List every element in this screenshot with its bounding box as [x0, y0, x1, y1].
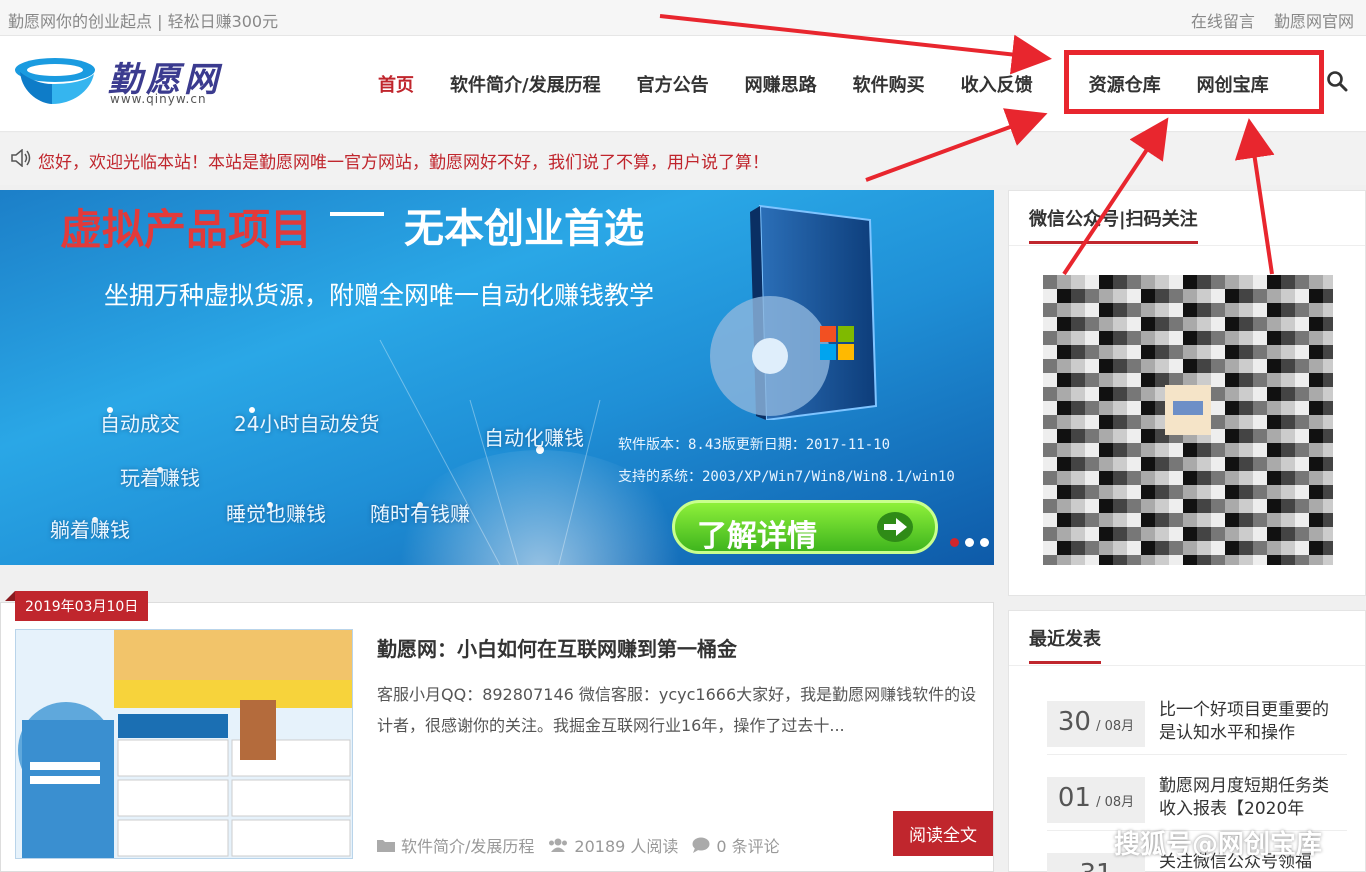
banner-keyword: 躺着赚钱 [50, 518, 130, 542]
highlight-box [1064, 50, 1324, 114]
recent-month: / 08月 [1096, 795, 1135, 810]
post-comments[interactable]: 0 条评论 [692, 833, 780, 857]
software-version: 软件版本：8.43版更新日期：2017-11-10 [618, 437, 891, 453]
hero-banner[interactable]: 虚拟产品项目 无本创业首选 坐拥万种虚拟货源，附赠全网唯一自动化赚钱教学 自动成… [0, 190, 994, 565]
supported-systems: 支持的系统：2003/XP/Win7/Win8/Win8.1/win10 [618, 469, 955, 485]
watermark: 搜狐号@网创宝库 [1114, 830, 1323, 860]
logo-mark-icon [15, 58, 95, 104]
banner-keyword: 24小时自动发货 [234, 412, 380, 436]
recent-post-title[interactable]: 比一个好项目更重要的是认知水平和操作 [1159, 699, 1339, 745]
banner-keyword: 自动化赚钱 [484, 426, 584, 450]
slide-indicators [950, 538, 989, 547]
banner-headline-white: 无本创业首选 [404, 206, 644, 252]
post-reads: 20189 人阅读 [548, 833, 678, 857]
nav-item-ideas[interactable]: 网赚思路 [727, 71, 835, 97]
nav-item-software-intro[interactable]: 软件简介/发展历程 [432, 71, 619, 97]
banner-keyword: 随时有钱赚 [370, 502, 470, 526]
post-date: 2019年03月10日 [15, 591, 149, 621]
wechat-widget-title: 微信公众号|扫码关注 [1029, 205, 1198, 244]
software-box-icon [710, 204, 878, 420]
headline-dash [330, 212, 384, 216]
slide-dot[interactable] [950, 538, 959, 547]
post-comments-label: 0 条评论 [716, 837, 780, 856]
nav-item-purchase[interactable]: 软件购买 [835, 71, 943, 97]
shop-screenshot-graphic [16, 630, 352, 858]
top-bar: 勤愿网你的创业起点 | 轻松日赚300元 在线留言 勤愿网官网 [0, 0, 1366, 36]
post-card: 2019年03月10日 勤愿网：小白如何在互联网赚到第一桶金 客服小月QQ：89… [0, 591, 994, 872]
comment-icon [692, 837, 710, 853]
banner-keyword: 睡觉也赚钱 [226, 502, 326, 526]
banner-subheadline: 坐拥万种虚拟货源，附赠全网唯一自动化赚钱教学 [104, 281, 655, 310]
date-ribbon-fold [5, 591, 15, 601]
read-more-button[interactable]: 阅读全文 [893, 811, 993, 856]
divider [1009, 245, 1365, 246]
nav-item-feedback[interactable]: 收入反馈 [943, 71, 1051, 97]
post-category[interactable]: 软件简介/发展历程 [377, 833, 534, 857]
wechat-widget: 微信公众号|扫码关注 [1008, 190, 1366, 596]
banner-headline-red: 虚拟产品项目 [60, 205, 313, 254]
post-reads-label: 20189 人阅读 [574, 837, 679, 856]
recent-post-item[interactable]: 30 / 08月 比一个好项目更重要的是认知水平和操作 [1047, 693, 1347, 755]
nav-item-announcements[interactable]: 官方公告 [619, 71, 727, 97]
recent-widget-title: 最近发表 [1029, 625, 1101, 664]
qr-code [1043, 275, 1333, 565]
arrow-right-icon [877, 512, 913, 542]
nav-item-home[interactable]: 首页 [360, 71, 432, 97]
post-title[interactable]: 勤愿网：小白如何在互联网赚到第一桶金 [377, 633, 737, 662]
learn-more-button[interactable]: 了解详情 [672, 500, 938, 554]
search-icon[interactable] [1326, 70, 1348, 92]
site-logo[interactable]: 勤愿网 www.qinyw.cn [12, 50, 272, 110]
folder-icon [377, 840, 395, 852]
post-thumbnail[interactable] [15, 629, 353, 859]
recent-post-title[interactable]: 勤愿网月度短期任务类收入报表【2020年 [1159, 775, 1339, 821]
banner-keyword: 自动成交 [100, 412, 180, 436]
recent-day: 30 [1057, 707, 1091, 737]
post-meta: 软件简介/发展历程 20189 人阅读 0 条评论 [377, 833, 780, 857]
learn-more-label: 了解详情 [697, 519, 817, 554]
recent-day: 31 [1079, 859, 1112, 872]
post-category-label: 软件简介/发展历程 [401, 837, 535, 856]
notice-text: 您好，欢迎光临本站！本站是勤愿网唯一官方网站，勤愿网好不好，我们说了不算，用户说… [38, 153, 769, 173]
users-icon [549, 838, 568, 852]
recent-date: 30 / 08月 [1047, 701, 1145, 747]
slide-dot[interactable] [980, 538, 989, 547]
site-tagline: 勤愿网你的创业起点 | 轻松日赚300元 [8, 12, 279, 31]
top-links: 在线留言 勤愿网官网 [1177, 8, 1354, 32]
speaker-icon [11, 149, 31, 167]
logo-url: www.qinyw.cn [110, 92, 207, 106]
recent-post-item[interactable]: 01 / 08月 勤愿网月度短期任务类收入报表【2020年 [1047, 769, 1347, 831]
divider [1009, 665, 1365, 666]
post-excerpt: 客服小月QQ：892807146 微信客服：ycyc1666大家好，我是勤愿网赚… [377, 685, 977, 735]
banner-keyword: 玩着赚钱 [120, 466, 200, 490]
slide-dot[interactable] [965, 538, 974, 547]
notice-bar: 您好，欢迎光临本站！本站是勤愿网唯一官方网站，勤愿网好不好，我们说了不算，用户说… [0, 133, 1366, 185]
recent-date: 01 / 08月 [1047, 777, 1145, 823]
recent-day: 01 [1057, 783, 1091, 813]
official-site-link[interactable]: 勤愿网官网 [1274, 12, 1354, 31]
recent-month: / 08月 [1096, 719, 1135, 734]
message-link[interactable]: 在线留言 [1191, 12, 1255, 31]
